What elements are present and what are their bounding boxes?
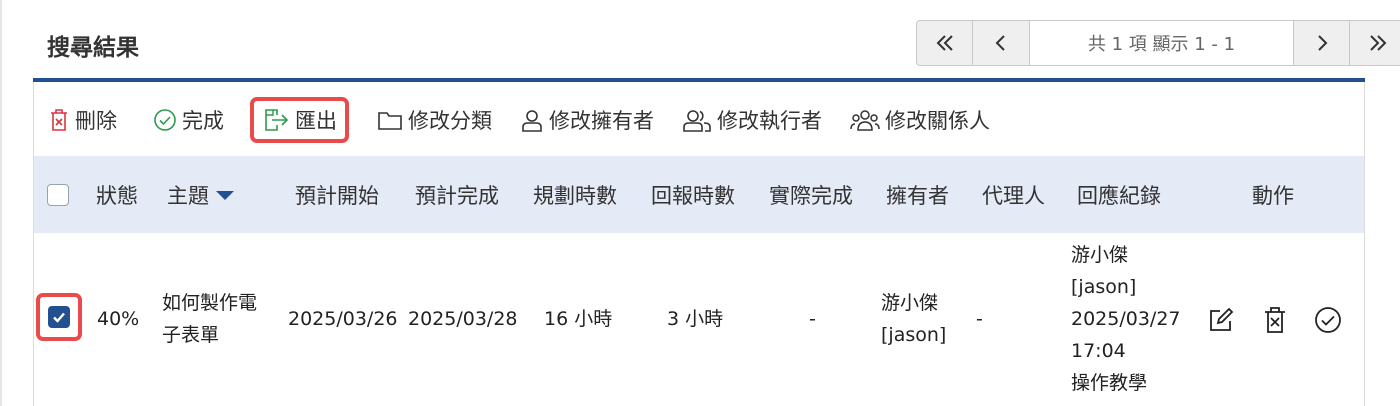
row-owner-account: [jason]: [881, 324, 947, 346]
row-planned-start: 2025/03/26: [288, 308, 398, 330]
chevron-left-icon: [995, 35, 1005, 51]
response-author: 游小傑: [1071, 244, 1129, 266]
column-header-owner[interactable]: 擁有者: [886, 156, 949, 233]
row-subject-line1: 如何製作電: [162, 292, 258, 314]
check-circle-icon: [154, 109, 176, 131]
change-category-label: 修改分類: [408, 109, 492, 133]
trash-icon: [1265, 307, 1285, 333]
folder-icon: [378, 112, 402, 130]
column-header-actions: 動作: [1252, 183, 1294, 208]
response-account: [jason]: [1071, 276, 1137, 298]
column-header-planned-start[interactable]: 預計開始: [295, 156, 379, 233]
select-all-checkbox[interactable]: [47, 156, 69, 233]
delete-button[interactable]: 刪除: [48, 97, 117, 143]
row-actual-finish: -: [809, 308, 816, 330]
export-button[interactable]: 匯出: [250, 97, 349, 143]
checkmark-icon: [53, 312, 65, 323]
row-owner-name: 游小傑: [881, 292, 939, 314]
change-related-label: 修改關係人: [885, 109, 990, 133]
change-assignee-label: 修改執行者: [717, 109, 822, 133]
column-header-response-log[interactable]: 回應紀錄: [1077, 156, 1161, 233]
change-assignee-button[interactable]: 修改執行者: [682, 97, 822, 143]
file-export-icon: [265, 109, 289, 131]
column-header-status[interactable]: 狀態: [96, 156, 138, 233]
row-agent: -: [976, 308, 983, 330]
export-label: 匯出: [295, 109, 337, 133]
pagination: 共 1 項 顯示 1 - 1: [916, 20, 1400, 66]
check-circle-icon: [1315, 307, 1341, 333]
group-icon: [850, 110, 880, 131]
column-header-subject-label: 主題: [167, 183, 209, 208]
column-header-agent[interactable]: 代理人: [982, 156, 1045, 233]
double-chevron-left-icon: [936, 35, 953, 51]
complete-label: 完成: [182, 109, 224, 133]
column-header-planned-finish[interactable]: 預計完成: [415, 156, 499, 233]
trash-icon: [51, 109, 67, 131]
prev-page-button[interactable]: [973, 20, 1030, 66]
next-page-button[interactable]: [1293, 20, 1350, 66]
row-planned-finish: 2025/03/28: [408, 308, 518, 330]
column-header-actual-finish[interactable]: 實際完成: [769, 156, 853, 233]
first-page-button[interactable]: [916, 20, 973, 66]
edit-icon: [1210, 307, 1234, 331]
pager-info: 共 1 項 顯示 1 - 1: [1030, 20, 1293, 66]
sort-desc-icon: [216, 190, 234, 200]
complete-button[interactable]: 完成: [153, 97, 224, 143]
chevron-right-icon: [1317, 35, 1327, 51]
edit-button[interactable]: [1205, 304, 1237, 336]
response-date: 2025/03/27: [1071, 308, 1181, 330]
double-chevron-right-icon: [1370, 35, 1387, 51]
row-checkbox-box[interactable]: [48, 306, 70, 328]
person-icon: [522, 110, 542, 132]
row-reported-hours: 3 小時: [667, 308, 724, 330]
row-owner: 游小傑 [jason]: [881, 287, 946, 351]
delete-row-button[interactable]: [1259, 304, 1291, 336]
row-status: 40%: [97, 308, 140, 330]
change-category-button[interactable]: 修改分類: [377, 97, 492, 143]
change-owner-label: 修改擁有者: [549, 109, 654, 133]
row-subject[interactable]: 如何製作電 子表單: [162, 287, 257, 351]
row-subject-line2: 子表單: [162, 324, 220, 346]
panel-title: 搜尋結果: [47, 35, 139, 61]
delete-label: 刪除: [75, 109, 117, 133]
toolbar: 刪除 完成 匯出 修改分類 修改擁有者 修改執行者 修改關係人: [48, 97, 1018, 143]
left-divider: [0, 0, 2, 406]
people-icon: [683, 110, 711, 132]
response-text: 操作教學: [1071, 372, 1148, 394]
column-header-subject[interactable]: 主題: [167, 156, 236, 233]
row-planned-hours: 16 小時: [544, 308, 613, 330]
change-owner-button[interactable]: 修改擁有者: [520, 97, 654, 143]
response-time: 17:04: [1071, 340, 1126, 362]
column-header-planned-hours[interactable]: 規劃時數: [533, 156, 617, 233]
row-response-log: 游小傑 [jason] 2025/03/27 17:04 操作教學: [1071, 239, 1181, 399]
complete-row-button[interactable]: [1312, 304, 1344, 336]
change-related-button[interactable]: 修改關係人: [850, 97, 990, 143]
checkbox-box[interactable]: [47, 183, 69, 206]
last-page-button[interactable]: [1350, 20, 1400, 66]
row-checkbox[interactable]: [36, 293, 82, 341]
column-header-reported-hours[interactable]: 回報時數: [651, 156, 735, 233]
